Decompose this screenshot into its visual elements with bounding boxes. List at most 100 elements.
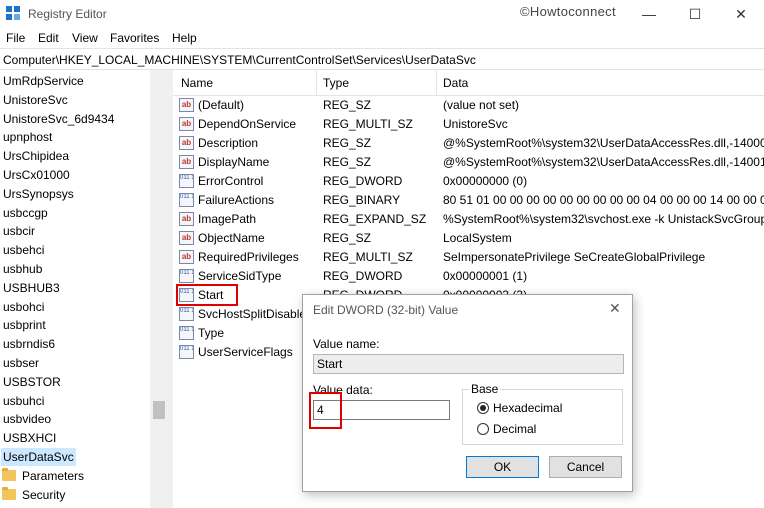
address-bar[interactable]: Computer\HKEY_LOCAL_MACHINE\SYSTEM\Curre… (0, 48, 764, 70)
string-value-icon: ab (179, 136, 194, 150)
key-tree: UmRdpService UnistoreSvc UnistoreSvc_6d943… (0, 70, 168, 508)
decimal-radio[interactable]: Decimal (477, 422, 536, 436)
value-row[interactable]: ab DisplayName REG_SZ @%SystemRoot%\system3… (173, 153, 764, 172)
radio-unselected-icon (477, 423, 489, 435)
menu-favorites[interactable]: Favorites (110, 31, 159, 45)
dialog-title: Edit DWORD (32-bit) Value (313, 303, 459, 317)
tree-item[interactable]: usbcir (3, 222, 35, 240)
value-type-cell: REG_BINARY (323, 193, 401, 207)
string-value-icon: ab (179, 117, 194, 131)
value-name-text: UserServiceFlags (198, 345, 293, 359)
value-name-field: Start (313, 354, 624, 374)
value-name-cell: 011 110 SvcHostSplitDisable (179, 307, 306, 321)
start-highlight-box (176, 284, 238, 306)
value-name-text: Type (198, 326, 225, 340)
value-name-text: ImagePath (198, 212, 257, 226)
tree-item[interactable]: usbser (3, 354, 39, 372)
menu-bar: File Edit View Favorites Help (0, 28, 764, 48)
tree-item[interactable]: usbuhci (3, 392, 44, 410)
decimal-label: Decimal (493, 422, 537, 436)
tree-item[interactable]: upnphost (3, 128, 52, 146)
value-type-cell: REG_MULTI_SZ (323, 250, 413, 264)
value-data-cell: %SystemRoot%\system32\svchost.exe -k Uni… (443, 212, 764, 226)
value-data-cell: @%SystemRoot%\system32\UserDataAccessRes… (443, 136, 764, 150)
tree-item[interactable]: UrsChipidea (3, 147, 69, 165)
value-name-cell: ab DisplayName (179, 155, 269, 169)
dialog-close-icon[interactable]: ✕ (609, 300, 621, 317)
tree-item[interactable]: usbprint (3, 316, 46, 334)
value-name-text: ObjectName (198, 231, 265, 245)
tree-child-label: Parameters (22, 468, 85, 483)
value-row[interactable]: 011 110 ErrorControl REG_DWORD 0x00000000 (… (173, 172, 764, 191)
value-name-text: (Default) (198, 98, 245, 112)
binary-value-icon: 011 110 (179, 193, 194, 207)
hexadecimal-radio[interactable]: Hexadecimal (477, 401, 562, 415)
radio-selected-icon (477, 402, 489, 414)
string-value-icon: ab (179, 250, 194, 264)
value-data-cell: 0x00000001 (1) (443, 269, 528, 283)
tree-item[interactable]: UrsCx01000 (3, 166, 70, 184)
tree-item[interactable]: usbvideo (3, 410, 51, 428)
value-type-cell: REG_SZ (323, 98, 372, 112)
value-name-cell: ab ImagePath (179, 212, 256, 226)
tree-child-item[interactable]: Parameters (2, 467, 84, 485)
tree-item[interactable]: usbrndis6 (3, 335, 55, 353)
address-path[interactable]: Computer\HKEY_LOCAL_MACHINE\SYSTEM\Curre… (3, 53, 476, 67)
string-value-icon: ab (179, 212, 194, 226)
tree-item[interactable]: usbohci (3, 298, 44, 316)
tree-item[interactable]: UmRdpService (3, 72, 84, 90)
value-type-cell: REG_MULTI_SZ (323, 117, 413, 131)
binary-value-icon: 011 110 (179, 307, 194, 321)
ok-button[interactable]: OK (466, 456, 539, 478)
binary-value-icon: 011 110 (179, 269, 194, 283)
value-row[interactable]: ab DependOnService REG_MULTI_SZ UnistoreSvc (173, 115, 764, 134)
value-data-cell: 0x00000000 (0) (443, 174, 528, 188)
value-name-text: ServiceSidType (198, 269, 282, 283)
tree-item[interactable]: usbehci (3, 241, 44, 259)
value-row[interactable]: ab ObjectName REG_SZ LocalSystem (173, 229, 764, 248)
close-button[interactable]: ✕ (718, 0, 764, 28)
value-name-text: DependOnService (198, 117, 297, 131)
tree-item[interactable]: USBHUB3 (3, 279, 60, 297)
tree-item[interactable]: usbccgp (3, 204, 48, 222)
tree-item[interactable]: UnistoreSvc_6d9434 (3, 110, 114, 128)
column-name[interactable]: Name (181, 76, 213, 90)
value-row[interactable]: ab RequiredPrivileges REG_MULTI_SZ SeImpers… (173, 248, 764, 267)
value-row[interactable]: ab (Default) REG_SZ (value not set) (173, 96, 764, 115)
value-data-highlight-box (309, 392, 342, 429)
tree-item[interactable]: usbhub (3, 260, 42, 278)
tree-scrollbar[interactable] (150, 70, 168, 508)
value-name-cell: ab Description (179, 136, 258, 150)
tree-child-item[interactable]: Security (2, 486, 65, 504)
menu-help[interactable]: Help (172, 31, 197, 45)
menu-file[interactable]: File (6, 31, 25, 45)
column-type[interactable]: Type (323, 76, 349, 90)
value-name-cell: 011 110 FailureActions (179, 193, 274, 207)
column-data[interactable]: Data (443, 76, 468, 90)
value-data-cell: @%SystemRoot%\system32\UserDataAccessRes… (443, 155, 764, 169)
value-row[interactable]: ab Description REG_SZ @%SystemRoot%\system3… (173, 134, 764, 153)
cancel-button[interactable]: Cancel (549, 456, 622, 478)
tree-item[interactable]: UserDataSvc (1, 448, 76, 466)
value-data-cell: SeImpersonatePrivilege SeCreateGlobalPri… (443, 250, 706, 264)
menu-edit[interactable]: Edit (38, 31, 59, 45)
menu-view[interactable]: View (72, 31, 98, 45)
tree-item[interactable]: UrsSynopsys (3, 185, 74, 203)
value-row[interactable]: ab ImagePath REG_EXPAND_SZ %SystemRoot%\sys… (173, 210, 764, 229)
tree-item[interactable]: UnistoreSvc (3, 91, 68, 109)
value-data-cell: 80 51 01 00 00 00 00 00 00 00 00 00 04 0… (443, 193, 764, 207)
value-name-label: Value name: (313, 337, 380, 351)
value-type-cell: REG_SZ (323, 155, 372, 169)
tree-item[interactable]: USBSTOR (3, 373, 61, 391)
maximize-button[interactable]: ☐ (672, 0, 718, 28)
edit-dword-dialog: Edit DWORD (32-bit) Value ✕ Value name: … (302, 294, 633, 492)
minimize-button[interactable]: — (626, 0, 672, 28)
watermark: ©Howtoconnect (520, 4, 616, 19)
tree-scrollbar-thumb[interactable] (153, 401, 165, 419)
tree-item[interactable]: USBXHCI (3, 429, 56, 447)
value-data-cell: LocalSystem (443, 231, 512, 245)
value-type-cell: REG_DWORD (323, 269, 403, 283)
value-row[interactable]: 011 110 FailureActions REG_BINARY 80 51 01 … (173, 191, 764, 210)
value-row[interactable]: 011 110 ServiceSidType REG_DWORD 0x00000001… (173, 267, 764, 286)
value-type-cell: REG_SZ (323, 136, 372, 150)
